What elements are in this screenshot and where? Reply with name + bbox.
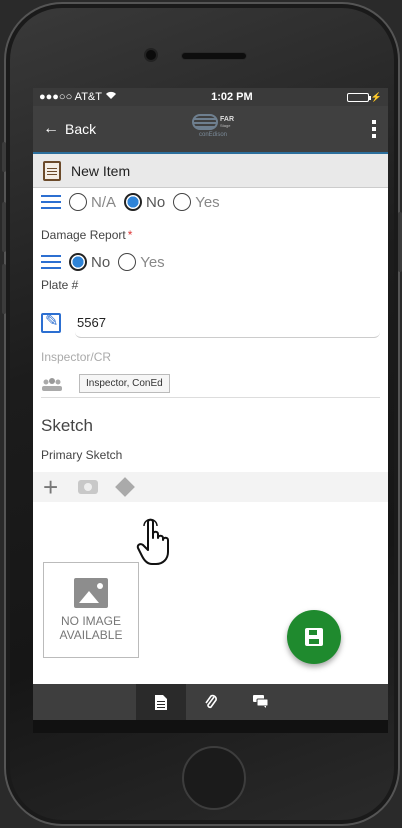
volume-up-button (2, 202, 6, 252)
radio-no-label: No (146, 193, 166, 211)
paperclip-icon (204, 694, 217, 709)
front-camera (146, 50, 156, 60)
comments-icon (252, 695, 268, 708)
damage-radio-yes-circle (118, 253, 137, 271)
radio-yes[interactable]: Yes (173, 193, 220, 211)
no-image-line-1: NO IMAGE (60, 614, 121, 628)
battery-icon (346, 92, 371, 102)
logo-stage-text: Stage (220, 123, 231, 128)
radio-yes-label: Yes (195, 193, 220, 211)
tab-comments[interactable] (236, 684, 286, 720)
required-mark: * (127, 228, 133, 242)
inspector-label: Inspector/CR (41, 350, 112, 364)
power-button (398, 212, 402, 272)
charging-icon: ⚡ (370, 91, 382, 102)
list-icon (41, 255, 61, 269)
top-radio-group: N/A No Yes (41, 190, 380, 214)
primary-sketch-label: Primary Sketch (41, 448, 123, 462)
damage-radio-yes-label: Yes (140, 253, 165, 271)
tab-details[interactable] (135, 684, 186, 720)
no-image-text: NO IMAGE AVAILABLE (60, 614, 123, 642)
back-label: Back (65, 121, 97, 137)
wifi-icon (105, 91, 117, 103)
radio-yes-circle (173, 193, 192, 211)
list-icon (41, 195, 61, 209)
inspector-chip[interactable]: Inspector, ConEd (79, 374, 170, 393)
radio-na[interactable]: N/A (69, 193, 116, 211)
damage-radio-no[interactable]: No (69, 253, 110, 271)
page-title-bar: New Item (33, 154, 388, 188)
radio-no-circle (124, 193, 143, 211)
no-image-line-2: AVAILABLE (59, 628, 123, 642)
damage-radio-no-circle (69, 253, 87, 271)
save-fab-button[interactable] (287, 610, 341, 664)
logo-company-text: conEdison (198, 132, 228, 138)
plate-input[interactable] (75, 308, 380, 338)
arrow-left-icon: ← (43, 120, 59, 137)
edit-icon (41, 311, 61, 333)
clipboard-icon (43, 160, 61, 181)
radio-no[interactable]: No (124, 193, 165, 211)
damage-report-label: Damage Report * (41, 228, 380, 244)
tab-attachments[interactable] (186, 684, 236, 720)
radio-na-label: N/A (91, 193, 117, 211)
draw-icon[interactable] (115, 477, 136, 497)
save-icon (305, 628, 323, 646)
image-placeholder-icon (74, 578, 108, 608)
plate-input-row (41, 308, 380, 338)
logo-mark-icon (192, 114, 218, 130)
sketch-section-title: Sketch (41, 416, 93, 435)
app-bar: ← Back FAR Stage conEdison (33, 106, 388, 154)
plate-label: Plate # (41, 278, 79, 292)
carrier-label: ●●●○○ AT&T (39, 91, 102, 103)
damage-radio-yes[interactable]: Yes (118, 253, 165, 271)
bottom-tab-bar (33, 684, 388, 720)
document-icon (154, 694, 167, 710)
damage-radio-no-label: No (91, 253, 111, 271)
inspector-row: Inspector, ConEd (41, 374, 380, 398)
status-bar: ●●●○○ AT&T 1:02 PM ⚡ (33, 88, 388, 106)
people-icon (41, 376, 65, 392)
hand-cursor-icon (136, 518, 176, 566)
earpiece-speaker (182, 53, 246, 59)
volume-down-button (2, 264, 6, 314)
more-menu-icon[interactable] (372, 120, 376, 138)
add-icon[interactable]: + (43, 474, 58, 500)
app-logo: FAR Stage conEdison (183, 114, 243, 148)
damage-report-radio-group: No Yes (41, 250, 380, 274)
damage-report-label-text: Damage Report (41, 228, 126, 242)
app-screen: ●●●○○ AT&T 1:02 PM ⚡ ← Back FAR Stage co… (33, 88, 388, 733)
sketch-toolbar: + (33, 472, 388, 502)
status-time: 1:02 PM (211, 91, 253, 103)
radio-na-circle (69, 193, 87, 211)
home-button[interactable] (182, 746, 246, 810)
screen-bottom-edge (33, 720, 388, 733)
mute-switch (2, 142, 6, 172)
page-title: New Item (71, 162, 131, 179)
form-content: N/A No Yes Damage Report * No Yes Plate … (33, 190, 388, 658)
camera-icon[interactable] (78, 480, 99, 494)
logo-far-text: FAR (220, 116, 234, 123)
sketch-placeholder[interactable]: NO IMAGE AVAILABLE (43, 562, 139, 658)
back-button[interactable]: ← Back (43, 120, 96, 138)
